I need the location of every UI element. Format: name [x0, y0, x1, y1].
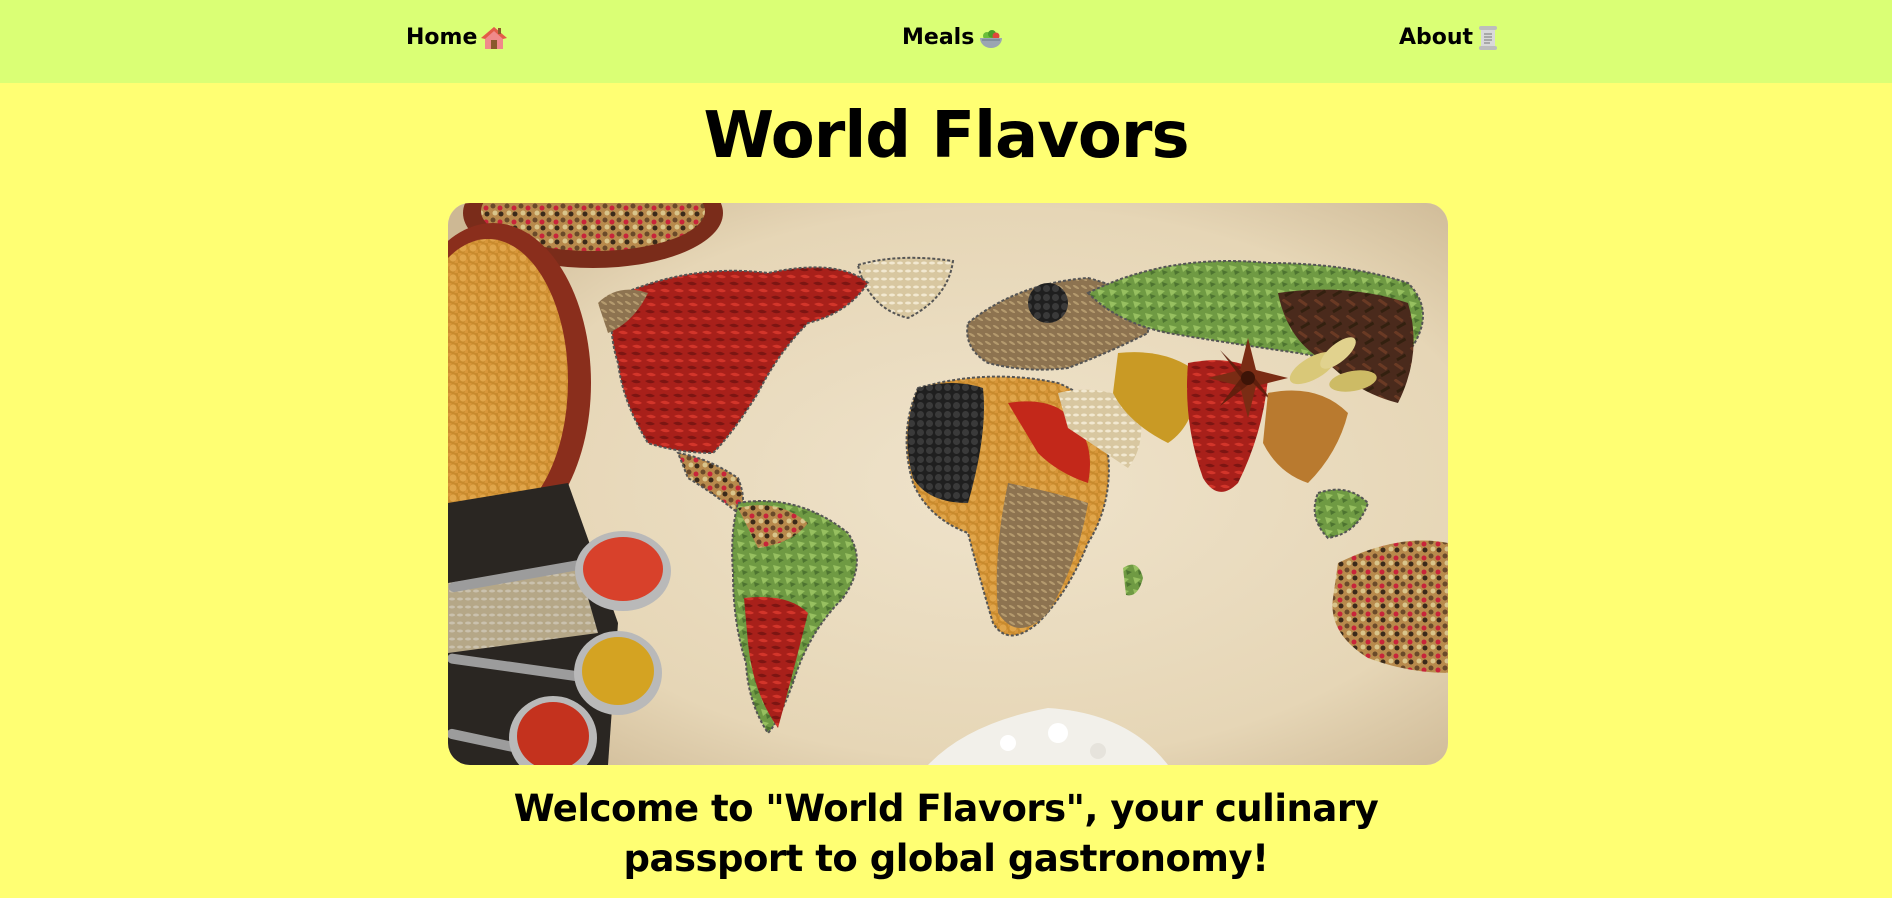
hero-image — [448, 203, 1448, 765]
nav-home-link[interactable]: Home — [406, 22, 508, 54]
page-title: World Flavors — [703, 99, 1189, 173]
house-icon — [481, 25, 508, 51]
nav-about-link[interactable]: About — [1399, 22, 1499, 54]
salad-bowl-icon — [978, 25, 1004, 51]
scroll-icon — [1477, 25, 1499, 51]
welcome-text: Welcome to "World Flavors", your culinar… — [513, 787, 1379, 880]
nav-meals-link[interactable]: Meals — [902, 22, 1004, 54]
top-navigation: Home Meals About — [0, 0, 1892, 83]
nav-meals-label: Meals — [902, 25, 975, 50]
nav-home-label: Home — [406, 25, 478, 50]
nav-about-label: About — [1399, 25, 1474, 50]
